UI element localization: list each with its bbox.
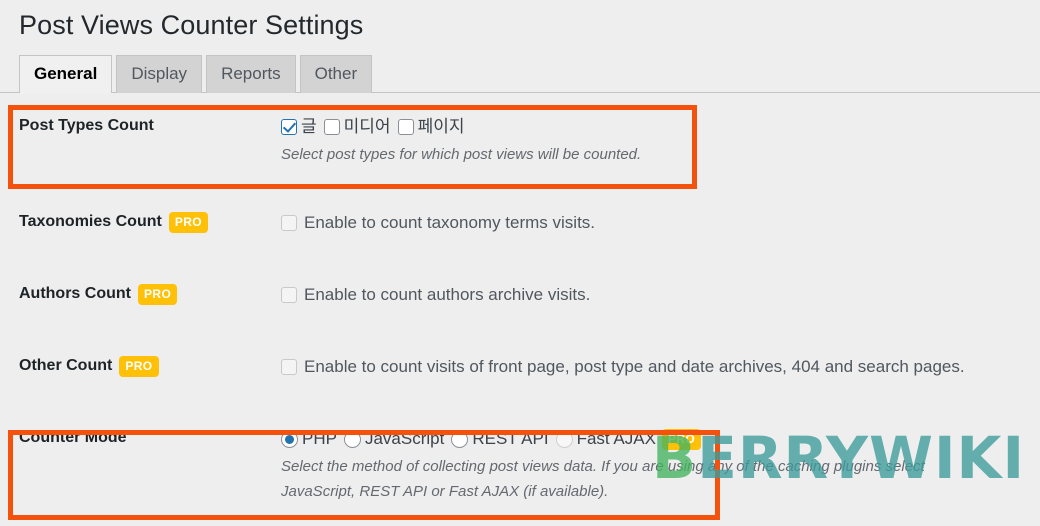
row-field-post-types-count: 글 미디어 페이지 Select post types for which po…: [275, 115, 1040, 167]
counter-mode-label-javascript: JavaScript: [364, 429, 445, 448]
checkbox-page[interactable]: [397, 119, 414, 135]
tab-other[interactable]: Other: [299, 55, 373, 93]
counter-mode-label-fast-ajax: Fast AJAX: [576, 429, 656, 448]
settings-form: Post Types Count 글 미디어 페이지 Select post t…: [0, 93, 1040, 504]
row-post-types-count: Post Types Count 글 미디어 페이지 Select post t…: [0, 93, 1040, 167]
row-label-counter-mode: Counter Mode: [0, 427, 275, 449]
post-type-label-page: 페이지: [417, 117, 465, 136]
row-field-counter-mode: PHP JavaScript REST API Fast AJAX PRO Se…: [275, 427, 1040, 504]
pro-badge-authors: PRO: [137, 283, 178, 305]
post-types-description: Select post types for which post views w…: [281, 146, 642, 163]
counter-mode-description-line-2: JavaScript, REST API or Fast AJAX (if av…: [281, 483, 609, 500]
checkbox-post[interactable]: [281, 119, 297, 135]
row-field-authors-count: Enable to count authors archive visits.: [275, 283, 1040, 307]
row-label-text: Post Types Count: [19, 117, 154, 134]
counter-mode-description: Select the method of collecting post vie…: [281, 454, 1040, 504]
row-field-taxonomies-count: Enable to count taxonomy terms visits.: [275, 211, 1040, 235]
counter-mode-option-rest-api[interactable]: REST API: [451, 427, 549, 451]
post-type-option-page[interactable]: 페이지: [397, 115, 465, 139]
pro-badge-other: PRO: [119, 355, 159, 377]
row-label-other-count: Other Count PRO: [0, 355, 275, 377]
radio-javascript[interactable]: [343, 430, 361, 448]
radio-fast-ajax: [555, 430, 573, 448]
checkbox-authors-enable[interactable]: [281, 287, 297, 303]
row-label-authors-count: Authors Count PRO: [0, 283, 275, 305]
post-type-option-media[interactable]: 미디어: [323, 115, 391, 139]
row-label-text: Authors Count: [19, 285, 131, 302]
row-label-text: Counter Mode: [19, 429, 127, 446]
row-other-count: Other Count PRO Enable to count visits o…: [0, 307, 1040, 379]
authors-checkbox-label: Enable to count authors archive visits.: [304, 285, 591, 304]
settings-tab-bar: General Display Reports Other: [0, 55, 1040, 93]
other-enable-option[interactable]: Enable to count visits of front page, po…: [281, 355, 965, 379]
row-counter-mode: Counter Mode PHP JavaScript REST API Fas…: [0, 379, 1040, 504]
pro-badge-fast-ajax: PRO: [661, 428, 702, 450]
post-type-option-post[interactable]: 글: [281, 115, 317, 139]
authors-checkbox-group: Enable to count authors archive visits.: [281, 283, 1040, 307]
row-field-other-count: Enable to count visits of front page, po…: [275, 355, 1040, 379]
tab-display[interactable]: Display: [116, 55, 203, 93]
counter-mode-description-line-1: Select the method of collecting post vie…: [281, 458, 925, 475]
counter-mode-option-fast-ajax: Fast AJAX PRO: [555, 427, 702, 451]
post-type-label-media: 미디어: [343, 117, 391, 136]
row-taxonomies-count: Taxonomies Count PRO Enable to count tax…: [0, 167, 1040, 235]
pro-badge-taxonomies: PRO: [168, 211, 209, 233]
taxonomies-checkbox-group: Enable to count taxonomy terms visits.: [281, 211, 1040, 235]
radio-rest-api[interactable]: [451, 430, 469, 448]
counter-mode-option-php[interactable]: PHP: [281, 427, 337, 451]
checkbox-media[interactable]: [323, 119, 340, 135]
counter-mode-label-php: PHP: [302, 429, 337, 448]
row-label-post-types-count: Post Types Count: [0, 115, 275, 137]
counter-mode-radio-group: PHP JavaScript REST API Fast AJAX PRO: [281, 427, 1040, 451]
taxonomies-enable-option[interactable]: Enable to count taxonomy terms visits.: [281, 211, 595, 235]
other-checkbox-group: Enable to count visits of front page, po…: [281, 355, 1040, 379]
page-title: Post Views Counter Settings: [19, 10, 364, 40]
counter-mode-label-rest-api: REST API: [472, 429, 549, 448]
checkbox-taxonomies-enable[interactable]: [281, 215, 297, 231]
row-label-text: Taxonomies Count: [19, 213, 162, 230]
post-type-label-post: 글: [301, 117, 317, 136]
checkbox-other-enable[interactable]: [281, 359, 297, 375]
tab-general[interactable]: General: [19, 55, 113, 93]
counter-mode-option-javascript[interactable]: JavaScript: [343, 427, 445, 451]
row-label-text: Other Count: [19, 357, 113, 374]
other-checkbox-label: Enable to count visits of front page, po…: [304, 357, 965, 376]
row-authors-count: Authors Count PRO Enable to count author…: [0, 235, 1040, 307]
taxonomies-checkbox-label: Enable to count taxonomy terms visits.: [304, 213, 596, 232]
row-label-taxonomies-count: Taxonomies Count PRO: [0, 211, 275, 233]
tab-reports[interactable]: Reports: [206, 55, 296, 93]
authors-enable-option[interactable]: Enable to count authors archive visits.: [281, 283, 590, 307]
post-types-checkbox-group: 글 미디어 페이지: [281, 115, 1040, 139]
radio-php[interactable]: [281, 430, 298, 448]
